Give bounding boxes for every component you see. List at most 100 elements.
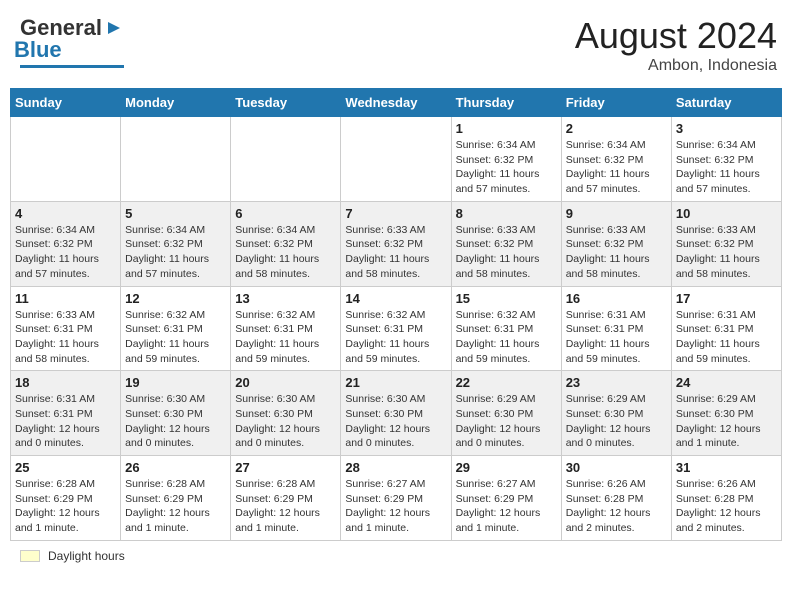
day-info: Sunrise: 6:32 AM Sunset: 6:31 PM Dayligh… [456, 308, 557, 367]
day-info: Sunrise: 6:34 AM Sunset: 6:32 PM Dayligh… [676, 138, 777, 197]
day-info: Sunrise: 6:33 AM Sunset: 6:32 PM Dayligh… [676, 223, 777, 282]
calendar-week-row: 25 Sunrise: 6:28 AM Sunset: 6:29 PM Dayli… [11, 456, 782, 541]
day-number: 10 [676, 206, 777, 221]
day-info: Sunrise: 6:34 AM Sunset: 6:32 PM Dayligh… [456, 138, 557, 197]
day-info: Sunrise: 6:26 AM Sunset: 6:28 PM Dayligh… [566, 477, 667, 536]
day-info: Sunrise: 6:29 AM Sunset: 6:30 PM Dayligh… [566, 392, 667, 451]
day-number: 20 [235, 375, 336, 390]
calendar-cell: 9Sunrise: 6:33 AM Sunset: 6:32 PM Daylig… [561, 201, 671, 286]
calendar-cell: 20 Sunrise: 6:30 AM Sunset: 6:30 PM Dayli… [231, 371, 341, 456]
day-number: 22 [456, 375, 557, 390]
day-of-week-header: Tuesday [231, 89, 341, 117]
day-number: 4 [15, 206, 116, 221]
day-info: Sunrise: 6:30 AM Sunset: 6:30 PM Dayligh… [125, 392, 226, 451]
calendar-week-row: 4 Sunrise: 6:34 AM Sunset: 6:32 PM Daylig… [11, 201, 782, 286]
legend-color [20, 550, 40, 562]
day-info: Sunrise: 6:34 AM Sunset: 6:32 PM Dayligh… [235, 223, 336, 282]
day-of-week-header: Thursday [451, 89, 561, 117]
calendar-cell: 10 Sunrise: 6:33 AM Sunset: 6:32 PM Dayli… [671, 201, 781, 286]
calendar-cell: 7 Sunrise: 6:33 AM Sunset: 6:32 PM Daylig… [341, 201, 451, 286]
legend-label: Daylight hours [48, 549, 125, 563]
day-number: 26 [125, 460, 226, 475]
day-info: Sunrise: 6:33 AM Sunset: 6:32 PM Dayligh… [456, 223, 557, 282]
calendar-cell: 19Sunrise: 6:30 AM Sunset: 6:30 PM Dayli… [121, 371, 231, 456]
day-info: Sunrise: 6:28 AM Sunset: 6:29 PM Dayligh… [15, 477, 116, 536]
day-info: Sunrise: 6:29 AM Sunset: 6:30 PM Dayligh… [456, 392, 557, 451]
day-number: 12 [125, 291, 226, 306]
subtitle: Ambon, Indonesia [575, 57, 777, 75]
calendar-cell: 4Sunrise: 6:34 AM Sunset: 6:32 PM Daylig… [11, 201, 121, 286]
day-number: 21 [345, 375, 446, 390]
day-info: Sunrise: 6:34 AM Sunset: 6:32 PM Dayligh… [566, 138, 667, 197]
day-of-week-header: Friday [561, 89, 671, 117]
logo-icon-area [104, 18, 124, 38]
day-number: 5 [125, 206, 226, 221]
day-info: Sunrise: 6:31 AM Sunset: 6:31 PM Dayligh… [566, 308, 667, 367]
title-area: August 2024 Ambon, Indonesia [575, 15, 777, 75]
day-number: 2 [566, 121, 667, 136]
day-info: Sunrise: 6:28 AM Sunset: 6:29 PM Dayligh… [125, 477, 226, 536]
calendar-cell: 30Sunrise: 6:26 AM Sunset: 6:28 PM Dayli… [561, 456, 671, 541]
day-info: Sunrise: 6:33 AM Sunset: 6:32 PM Dayligh… [345, 223, 446, 282]
day-number: 3 [676, 121, 777, 136]
logo-blue-text: Blue [14, 37, 62, 63]
day-number: 25 [15, 460, 116, 475]
calendar-cell: 22 Sunrise: 6:29 AM Sunset: 6:30 PM Dayli… [451, 371, 561, 456]
day-number: 7 [345, 206, 446, 221]
day-number: 18 [15, 375, 116, 390]
calendar-cell [341, 117, 451, 202]
day-info: Sunrise: 6:33 AM Sunset: 6:31 PM Dayligh… [15, 308, 116, 367]
calendar-cell: 6 Sunrise: 6:34 AM Sunset: 6:32 PM Daylig… [231, 201, 341, 286]
calendar-cell: 31Sunrise: 6:26 AM Sunset: 6:28 PM Dayli… [671, 456, 781, 541]
day-number: 27 [235, 460, 336, 475]
calendar-table: SundayMondayTuesdayWednesdayThursdayFrid… [10, 88, 782, 541]
calendar-cell: 5 Sunrise: 6:34 AM Sunset: 6:32 PM Daylig… [121, 201, 231, 286]
calendar-week-row: 11Sunrise: 6:33 AM Sunset: 6:31 PM Dayli… [11, 286, 782, 371]
day-number: 17 [676, 291, 777, 306]
calendar-header-row: SundayMondayTuesdayWednesdayThursdayFrid… [11, 89, 782, 117]
day-of-week-header: Sunday [11, 89, 121, 117]
day-number: 1 [456, 121, 557, 136]
day-info: Sunrise: 6:32 AM Sunset: 6:31 PM Dayligh… [125, 308, 226, 367]
day-info: Sunrise: 6:29 AM Sunset: 6:30 PM Dayligh… [676, 392, 777, 451]
day-info: Sunrise: 6:31 AM Sunset: 6:31 PM Dayligh… [676, 308, 777, 367]
calendar-cell [121, 117, 231, 202]
day-number: 13 [235, 291, 336, 306]
day-number: 8 [456, 206, 557, 221]
calendar-cell: 18Sunrise: 6:31 AM Sunset: 6:31 PM Dayli… [11, 371, 121, 456]
calendar-cell: 8 Sunrise: 6:33 AM Sunset: 6:32 PM Daylig… [451, 201, 561, 286]
day-info: Sunrise: 6:34 AM Sunset: 6:32 PM Dayligh… [125, 223, 226, 282]
calendar-cell [231, 117, 341, 202]
calendar-cell: 29Sunrise: 6:27 AM Sunset: 6:29 PM Dayli… [451, 456, 561, 541]
calendar-cell: 16Sunrise: 6:31 AM Sunset: 6:31 PM Dayli… [561, 286, 671, 371]
day-number: 28 [345, 460, 446, 475]
calendar-cell: 15 Sunrise: 6:32 AM Sunset: 6:31 PM Dayli… [451, 286, 561, 371]
day-number: 15 [456, 291, 557, 306]
calendar-cell: 27 Sunrise: 6:28 AM Sunset: 6:29 PM Dayli… [231, 456, 341, 541]
calendar-cell: 14Sunrise: 6:32 AM Sunset: 6:31 PM Dayli… [341, 286, 451, 371]
day-of-week-header: Monday [121, 89, 231, 117]
calendar-cell: 28 Sunrise: 6:27 AM Sunset: 6:29 PM Dayli… [341, 456, 451, 541]
calendar-cell: 13Sunrise: 6:32 AM Sunset: 6:31 PM Dayli… [231, 286, 341, 371]
day-number: 24 [676, 375, 777, 390]
legend: Daylight hours [10, 549, 782, 563]
day-of-week-header: Wednesday [341, 89, 451, 117]
calendar-cell: 12 Sunrise: 6:32 AM Sunset: 6:31 PM Dayli… [121, 286, 231, 371]
day-info: Sunrise: 6:28 AM Sunset: 6:29 PM Dayligh… [235, 477, 336, 536]
logo-arrow-icon [104, 18, 124, 38]
day-info: Sunrise: 6:30 AM Sunset: 6:30 PM Dayligh… [235, 392, 336, 451]
calendar-week-row: 1 Sunrise: 6:34 AM Sunset: 6:32 PM Daylig… [11, 117, 782, 202]
day-number: 31 [676, 460, 777, 475]
calendar-cell: 24 Sunrise: 6:29 AM Sunset: 6:30 PM Dayli… [671, 371, 781, 456]
logo: General General Blue [20, 15, 124, 68]
main-title: August 2024 [575, 15, 777, 57]
day-info: Sunrise: 6:27 AM Sunset: 6:29 PM Dayligh… [456, 477, 557, 536]
calendar-cell: 17 Sunrise: 6:31 AM Sunset: 6:31 PM Dayli… [671, 286, 781, 371]
day-info: Sunrise: 6:27 AM Sunset: 6:29 PM Dayligh… [345, 477, 446, 536]
day-number: 6 [235, 206, 336, 221]
calendar-cell: 21Sunrise: 6:30 AM Sunset: 6:30 PM Dayli… [341, 371, 451, 456]
calendar-cell: 2 Sunrise: 6:34 AM Sunset: 6:32 PM Daylig… [561, 117, 671, 202]
day-info: Sunrise: 6:33 AM Sunset: 6:32 PM Dayligh… [566, 223, 667, 282]
day-number: 23 [566, 375, 667, 390]
calendar-week-row: 18Sunrise: 6:31 AM Sunset: 6:31 PM Dayli… [11, 371, 782, 456]
